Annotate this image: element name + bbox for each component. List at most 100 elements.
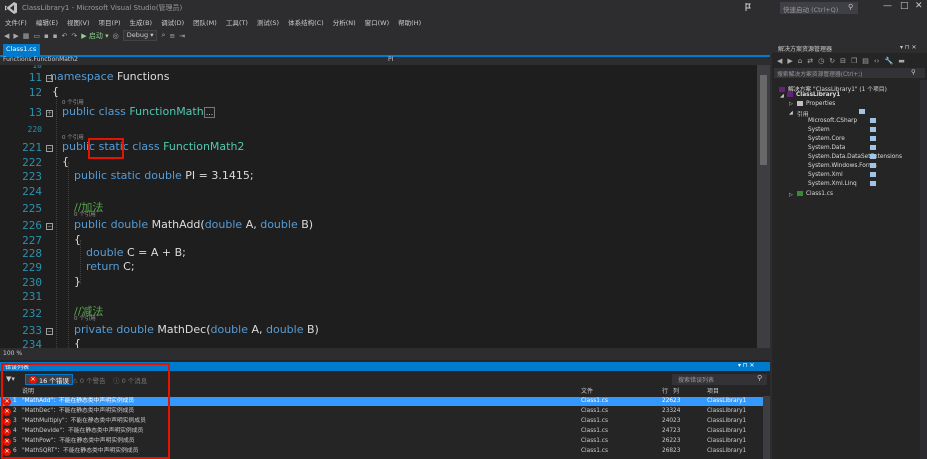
tree-item-references[interactable]: 引用 — [797, 109, 865, 118]
notification-flag-icon[interactable] — [745, 3, 751, 11]
zoom-bar — [0, 348, 770, 360]
menu-architecture[interactable]: 体系结构(C) — [288, 17, 324, 27]
minimize-button[interactable]: — — [883, 1, 892, 11]
solution-explorer-scrollbar[interactable] — [920, 80, 927, 459]
line-number: 11 — [28, 71, 42, 84]
solution-explorer-title: 解决方案资源管理器 — [778, 46, 833, 53]
comment-icon[interactable]: ≡ — [169, 32, 175, 40]
stop-icon[interactable]: ◎ — [113, 32, 119, 40]
menu-build[interactable]: 生成(B) — [130, 17, 153, 27]
type-dropdown[interactable]: Functions.FunctionMath2 — [3, 56, 78, 63]
collapse-toggle[interactable]: − — [46, 328, 53, 335]
column-file[interactable]: 文件 — [581, 386, 593, 395]
start-button[interactable]: ▶ 启动 ▾ — [81, 31, 108, 41]
collapse-all-icon[interactable]: ⊟ — [840, 57, 846, 65]
show-all-files-icon[interactable]: ▤ — [862, 57, 869, 65]
menu-edit[interactable]: 编辑(E) — [36, 17, 58, 27]
view-code-icon[interactable]: ‹› — [874, 57, 880, 65]
collapse-arrow-icon[interactable]: ▷ — [789, 101, 793, 107]
solution-icon — [779, 87, 785, 92]
tree-item-reference[interactable]: Microsoft.CSharp — [808, 118, 876, 124]
solution-explorer-panel — [772, 44, 927, 459]
visual-studio-logo-icon — [5, 2, 17, 14]
collapse-arrow-icon[interactable]: ▷ — [789, 192, 793, 198]
tree-item-reference[interactable]: System.Xml — [808, 172, 876, 178]
line-number: 10 — [32, 65, 42, 70]
solution-explorer-window-controls[interactable]: ▾ ⊓ ✕ — [900, 44, 917, 51]
quick-launch-input[interactable]: 快速启动 (Ctrl+Q) — [780, 2, 858, 14]
home-icon[interactable]: ⌂ — [798, 57, 802, 65]
column-line[interactable]: 行 — [662, 386, 668, 395]
csharp-project-icon — [787, 92, 793, 97]
collapse-toggle[interactable]: − — [46, 223, 53, 230]
forward-icon[interactable]: ▶ — [787, 57, 792, 65]
search-icon[interactable]: ⚲ — [911, 68, 916, 76]
toolbar: ◀ ▶ ▦ ▭ ▪ ▪ ↶ ↷ ▶ 启动 ▾ ◎ Debug ▾ ⌕ ≡ ⇥ — [0, 28, 927, 43]
line-number: 220 — [27, 125, 42, 134]
menu-analyze[interactable]: 分析(N) — [333, 17, 356, 27]
tree-item-reference[interactable]: System.Data — [808, 145, 876, 151]
tab-class1-cs[interactable]: Class1.cs — [3, 44, 40, 55]
new-project-icon[interactable]: ▦ — [23, 32, 30, 40]
member-dropdown[interactable]: PI — [388, 56, 393, 63]
code-line-228: double C = A + B; — [86, 246, 186, 259]
error-list-window-controls[interactable]: ▾ ⊓ ✕ — [738, 362, 755, 369]
menu-test[interactable]: 测试(S) — [257, 17, 279, 27]
tree-item-project[interactable]: ClassLibrary1 — [787, 92, 840, 98]
tree-item-reference[interactable]: System.Data.DataSetExtensions — [808, 154, 902, 160]
sync-icon[interactable]: ⇄ — [807, 57, 813, 65]
collapse-toggle[interactable]: − — [46, 145, 53, 152]
menu-view[interactable]: 视图(V) — [67, 17, 90, 27]
tree-item-reference[interactable]: System.Core — [808, 136, 876, 142]
menu-debug[interactable]: 调试(D) — [161, 17, 184, 27]
column-col[interactable]: 列 — [673, 386, 679, 395]
solution-explorer-search-input[interactable]: 搜索解决方案资源管理器(Ctrl+;) — [774, 68, 925, 78]
tree-item-reference[interactable]: System.Xml.Linq — [808, 181, 876, 187]
expand-toggle[interactable]: + — [46, 110, 53, 117]
menu-help[interactable]: 帮助(H) — [398, 17, 421, 27]
tree-item-reference[interactable]: System.Windows.Forms — [808, 163, 877, 169]
error-list-search-input[interactable]: 搜索错误列表 — [672, 374, 767, 385]
indent-icon[interactable]: ⇥ — [179, 32, 185, 40]
indent-guide — [56, 93, 57, 348]
code-editor[interactable]: 10 11 12 13 220 221 222 223 224 225 226 … — [0, 65, 770, 348]
expand-arrow-icon[interactable]: ◢ — [789, 110, 793, 116]
line-number: 228 — [22, 247, 42, 260]
find-icon[interactable]: ⌕ — [161, 31, 165, 40]
tree-item-class1[interactable]: Class1.cs — [797, 191, 833, 197]
copy-icon[interactable]: ❐ — [851, 57, 857, 65]
zoom-dropdown[interactable]: 100 % — [3, 350, 22, 357]
configuration-dropdown[interactable]: Debug ▾ — [122, 30, 158, 41]
menu-tools[interactable]: 工具(T) — [226, 17, 248, 27]
save-icon[interactable]: ▪ — [44, 32, 49, 40]
save-all-icon[interactable]: ▪ — [53, 32, 58, 40]
code-line-230: } — [74, 275, 81, 288]
close-button[interactable]: ✕ — [915, 1, 923, 11]
error-list-scrollbar[interactable] — [763, 396, 770, 459]
menu-window[interactable]: 窗口(W) — [365, 17, 390, 27]
back-icon[interactable]: ◀ — [777, 57, 782, 65]
refresh-icon[interactable]: ↻ — [829, 57, 835, 65]
redo-icon[interactable]: ↷ — [71, 32, 77, 40]
search-icon[interactable]: ⚲ — [848, 3, 853, 11]
undo-icon[interactable]: ↶ — [62, 32, 68, 40]
line-number: 232 — [22, 307, 42, 320]
wrench-icon — [797, 101, 803, 106]
forward-icon[interactable]: ▶ — [13, 32, 18, 40]
expand-arrow-icon[interactable]: ◢ — [780, 93, 784, 99]
preview-icon[interactable]: ▬ — [898, 57, 905, 65]
open-icon[interactable]: ▭ — [33, 32, 40, 40]
tree-item-properties[interactable]: Properties — [797, 101, 835, 107]
properties-icon[interactable]: 🔧 — [884, 57, 893, 65]
search-icon[interactable]: ⚲ — [757, 374, 762, 382]
column-project[interactable]: 项目 — [707, 386, 719, 395]
back-icon[interactable]: ◀ — [4, 32, 9, 40]
reference-count: 0 个引用 — [74, 212, 96, 218]
menu-team[interactable]: 团队(M) — [193, 17, 217, 27]
menu-file[interactable]: 文件(F) — [5, 17, 27, 27]
menu-project[interactable]: 项目(P) — [99, 17, 121, 27]
pending-changes-icon[interactable]: ◷ — [818, 57, 824, 65]
tree-item-reference[interactable]: System — [808, 127, 876, 133]
scrollbar-thumb[interactable] — [760, 75, 767, 165]
maximize-button[interactable]: □ — [900, 1, 909, 11]
